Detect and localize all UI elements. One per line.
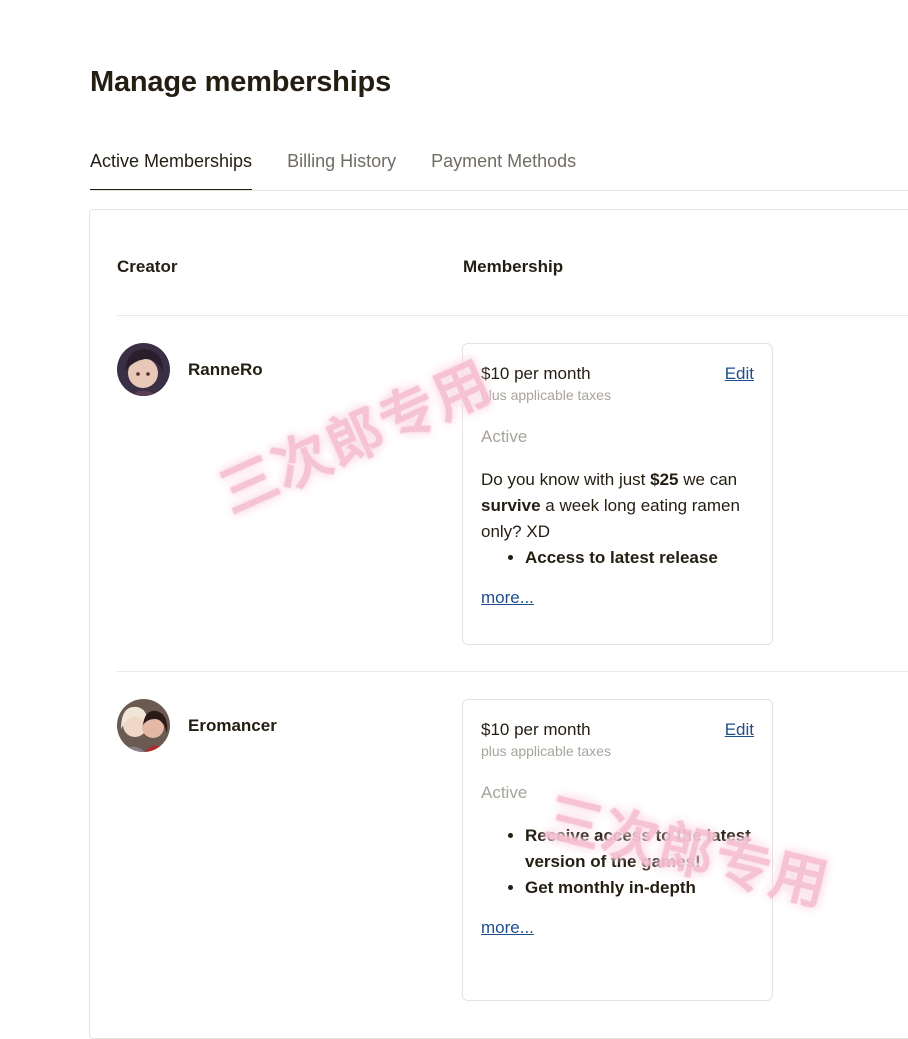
column-header-membership: Membership	[463, 257, 564, 276]
edit-membership-link[interactable]: Edit	[725, 720, 754, 740]
row-divider	[117, 671, 908, 672]
column-header-creator: Creator	[117, 257, 178, 276]
taxes-note: plus applicable taxes	[481, 387, 611, 403]
edit-membership-link[interactable]: Edit	[725, 364, 754, 384]
membership-card: $10 per month Edit plus applicable taxes…	[462, 343, 773, 645]
perk-item: Access to latest release	[525, 545, 754, 571]
tier-perks-list: Receive access to the latest version of …	[481, 823, 754, 901]
tier-description: Do you know with just $25 we can survive…	[481, 470, 740, 541]
creator-name[interactable]: RanneRo	[188, 360, 263, 380]
page-title: Manage memberships	[90, 66, 391, 98]
avatar-image	[117, 699, 170, 752]
tabs-bar: Active Memberships Billing History Payme…	[90, 146, 908, 191]
membership-price: $10 per month	[481, 364, 591, 383]
tier-perks-list: Access to latest release	[481, 545, 754, 571]
avatar[interactable]	[117, 343, 170, 396]
membership-status: Active	[481, 427, 528, 446]
membership-card: $10 per month Edit plus applicable taxes…	[462, 699, 773, 1001]
avatar-image	[117, 343, 170, 396]
membership-status: Active	[481, 783, 528, 802]
taxes-note: plus applicable taxes	[481, 743, 611, 759]
header-divider	[117, 315, 908, 316]
more-link[interactable]: more...	[481, 588, 534, 608]
tab-active-memberships[interactable]: Active Memberships	[90, 146, 253, 190]
tab-payment-methods[interactable]: Payment Methods	[431, 146, 576, 189]
perk-item: Get monthly in-depth	[525, 875, 754, 901]
more-link[interactable]: more...	[481, 918, 534, 938]
avatar[interactable]	[117, 699, 170, 752]
membership-price: $10 per month	[481, 720, 591, 739]
perk-item: Receive access to the latest version of …	[525, 823, 754, 875]
tab-billing-history[interactable]: Billing History	[287, 146, 396, 189]
creator-name[interactable]: Eromancer	[188, 716, 277, 736]
